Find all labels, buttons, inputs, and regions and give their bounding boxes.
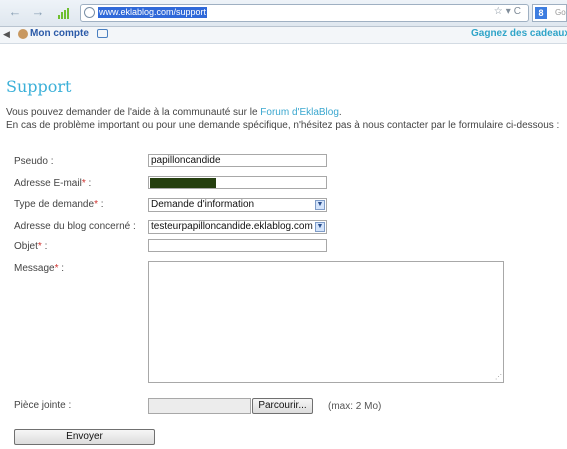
- type-select[interactable]: Demande d'information ▼: [148, 198, 327, 212]
- forward-arrow-icon[interactable]: →: [31, 5, 45, 19]
- intro-line-2: En cas de problème important ou pour une…: [6, 120, 560, 131]
- email-label-text: Adresse E-mail: [14, 178, 82, 189]
- browser-toolbar: ← → www.eklablog.com/support ☆▾C 8 Go: [0, 0, 567, 27]
- promo-link[interactable]: Gagnez des cadeaux en: [471, 28, 567, 39]
- intro-text-start: Vous pouvez demander de l'aide à la comm…: [6, 107, 261, 118]
- email-input[interactable]: [148, 176, 327, 189]
- label-colon: :: [41, 241, 48, 252]
- intro-text: Vous pouvez demander de l'aide à la comm…: [6, 106, 559, 132]
- subject-label: Objet* :: [14, 241, 47, 252]
- message-label-text: Message: [14, 263, 55, 274]
- signal-bars-icon: [58, 8, 70, 19]
- back-arrow-icon[interactable]: ←: [8, 5, 22, 19]
- blog-select[interactable]: testeurpapilloncandide.eklablog.com ▼: [148, 220, 327, 234]
- globe-icon: [84, 7, 95, 18]
- subject-label-text: Objet: [14, 241, 38, 252]
- label-colon: :: [85, 178, 92, 189]
- user-icon[interactable]: [18, 29, 28, 39]
- google-icon[interactable]: 8: [535, 7, 547, 19]
- blog-label: Adresse du blog concerné :: [14, 221, 136, 232]
- address-bar[interactable]: www.eklablog.com/support ☆▾C: [80, 4, 529, 22]
- submit-button[interactable]: Envoyer: [14, 429, 155, 445]
- max-size-note: (max: 2 Mo): [328, 401, 382, 412]
- bookmarks-bar: ◀ Mon compte Gagnez des cadeaux en: [0, 27, 567, 44]
- search-engine-label: Go: [555, 8, 566, 17]
- type-selected-value: Demande d'information: [151, 199, 255, 210]
- label-colon: :: [58, 263, 65, 274]
- email-label: Adresse E-mail* :: [14, 178, 91, 189]
- browse-button[interactable]: Parcourir...: [252, 398, 313, 414]
- message-textarea[interactable]: ⋰: [148, 261, 504, 383]
- type-label: Type de demande* :: [14, 199, 104, 210]
- message-label: Message* :: [14, 263, 64, 274]
- page-title: Support: [6, 77, 72, 96]
- pseudo-label: Pseudo :: [14, 156, 54, 167]
- pseudo-input[interactable]: papilloncandide: [148, 154, 327, 167]
- label-colon: :: [97, 199, 104, 210]
- type-label-text: Type de demande: [14, 199, 95, 210]
- intro-text-end: .: [338, 107, 342, 118]
- blog-selected-value: testeurpapilloncandide.eklablog.com: [151, 221, 313, 232]
- chevron-down-icon[interactable]: ▼: [315, 200, 325, 210]
- toggle-arrow-icon[interactable]: ◀: [3, 29, 10, 40]
- redacted-email: [150, 178, 216, 188]
- attachment-label: Pièce jointe :: [14, 400, 72, 411]
- url-text[interactable]: www.eklablog.com/support: [98, 7, 208, 18]
- bookmark-star-icon[interactable]: ☆▾C: [494, 6, 524, 17]
- chat-icon[interactable]: [97, 29, 108, 38]
- file-path-field[interactable]: [148, 398, 251, 414]
- forum-link[interactable]: Forum d'EklaBlog: [260, 107, 339, 118]
- search-box[interactable]: 8 Go: [532, 4, 567, 22]
- subject-input[interactable]: [148, 239, 327, 252]
- chevron-down-icon[interactable]: ▼: [315, 222, 325, 232]
- account-link[interactable]: Mon compte: [30, 28, 89, 39]
- resize-grip-icon[interactable]: ⋰: [495, 373, 502, 381]
